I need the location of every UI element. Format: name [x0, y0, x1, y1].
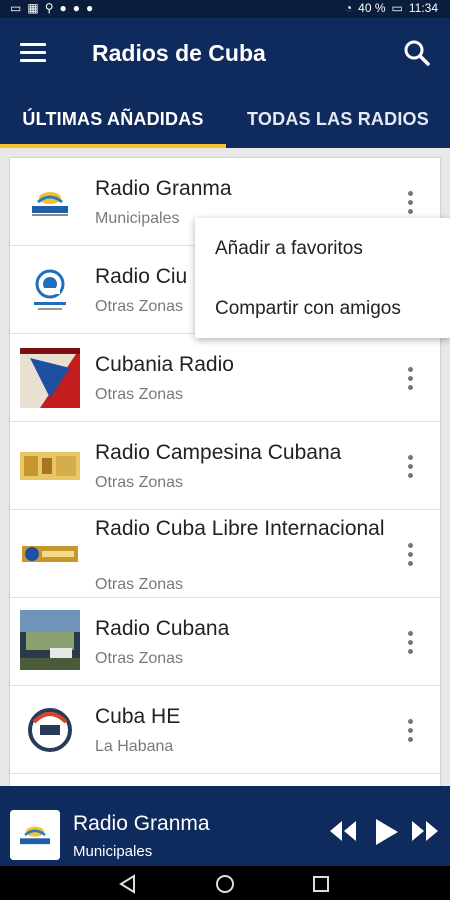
station-row[interactable]: Radio Cuba Libre Internacional Otras Zon…	[10, 510, 440, 598]
radio-cubana-logo	[20, 610, 80, 670]
station-category: Otras Zonas	[95, 576, 184, 593]
rewind-icon[interactable]	[330, 821, 356, 846]
station-category: Otras Zonas	[95, 298, 184, 315]
station-category: La Habana	[95, 738, 174, 755]
radio-granma-logo	[20, 172, 80, 232]
radio-campesina-logo	[20, 436, 80, 496]
notification-icon: ▦	[27, 1, 39, 15]
status-right-icons: ◔ 40 % ▭ 11:34	[345, 1, 438, 15]
station-category: Otras Zonas	[95, 474, 184, 491]
back-icon[interactable]	[118, 874, 138, 899]
station-category: Municipales	[95, 210, 180, 227]
tab-indicator	[0, 144, 226, 148]
play-icon[interactable]	[374, 819, 398, 850]
home-icon[interactable]	[215, 874, 235, 899]
mini-player[interactable]: Radio Granma Municipales	[0, 786, 450, 866]
station-row[interactable]	[10, 774, 440, 786]
station-row[interactable]: Cuba HE La Habana	[10, 686, 440, 774]
share-with-friends-item[interactable]: Compartir con amigos	[215, 298, 445, 320]
clock: 11:34	[408, 1, 438, 15]
usb-icon: ⚲	[44, 1, 54, 15]
page-title: Radios de Cuba	[92, 40, 266, 66]
status-bar: ▭ ▦ ⚲ ● ● ● ◔ 40 % ▭ 11:34	[0, 0, 450, 18]
tab-todas-las-radios[interactable]: TODAS LAS RADIOS	[226, 90, 450, 148]
more-options-icon[interactable]	[400, 454, 420, 478]
hamburger-menu-icon[interactable]	[20, 40, 50, 68]
more-options-icon[interactable]	[400, 542, 420, 566]
station-title: Radio Cubana	[95, 617, 230, 640]
player-title: Radio Granma	[73, 812, 210, 835]
station-row[interactable]: Cubania Radio Otras Zonas	[10, 334, 440, 422]
more-options-icon[interactable]	[400, 366, 420, 390]
cuba-he-logo	[20, 700, 80, 760]
status-left-icons: ▭ ▦ ⚲ ● ● ●	[10, 1, 93, 15]
player-subtitle: Municipales	[73, 843, 153, 860]
recents-icon[interactable]	[311, 874, 331, 899]
battery-percent: 40 %	[358, 1, 386, 15]
station-row[interactable]: Radio Campesina Cubana Otras Zonas	[10, 422, 440, 510]
app-notification-icon: ●	[85, 1, 94, 15]
tab-ultimas-anadidas[interactable]: ÚLTIMAS AÑADIDAS	[0, 90, 226, 148]
radio-ciudad-logo	[20, 260, 80, 320]
tab-bar: ÚLTIMAS AÑADIDAS TODAS LAS RADIOS	[0, 90, 450, 148]
more-options-icon[interactable]	[400, 190, 420, 214]
station-title: Cubania Radio	[95, 353, 234, 376]
app-bar: Radios de Cuba	[0, 18, 450, 90]
station-title: Radio Campesina Cubana	[95, 441, 342, 464]
station-row[interactable]: Radio Cubana Otras Zonas	[10, 598, 440, 686]
station-category: Otras Zonas	[95, 650, 184, 667]
cubania-radio-logo	[20, 348, 80, 408]
station-title: Cuba HE	[95, 705, 181, 728]
system-nav-bar	[0, 866, 450, 900]
app-notification-icon: ●	[72, 1, 80, 15]
station-category: Otras Zonas	[95, 386, 184, 403]
message-icon: ▭	[10, 1, 22, 15]
radio-cuba-libre-logo	[20, 524, 80, 584]
player-station-logo	[10, 810, 60, 860]
context-menu: Añadir a favoritos Compartir con amigos	[195, 218, 450, 338]
app-notification-icon: ●	[59, 1, 67, 15]
add-to-favorites-item[interactable]: Añadir a favoritos	[215, 238, 445, 260]
more-options-icon[interactable]	[400, 630, 420, 654]
fast-forward-icon[interactable]	[412, 821, 438, 846]
battery-icon: ▭	[391, 1, 403, 15]
alarm-icon: ◔	[344, 1, 353, 15]
station-title: Radio Cuba Libre Internacional	[95, 517, 385, 540]
station-title: Radio Granma	[95, 177, 232, 200]
search-icon[interactable]	[402, 38, 432, 68]
more-options-icon[interactable]	[400, 718, 420, 742]
